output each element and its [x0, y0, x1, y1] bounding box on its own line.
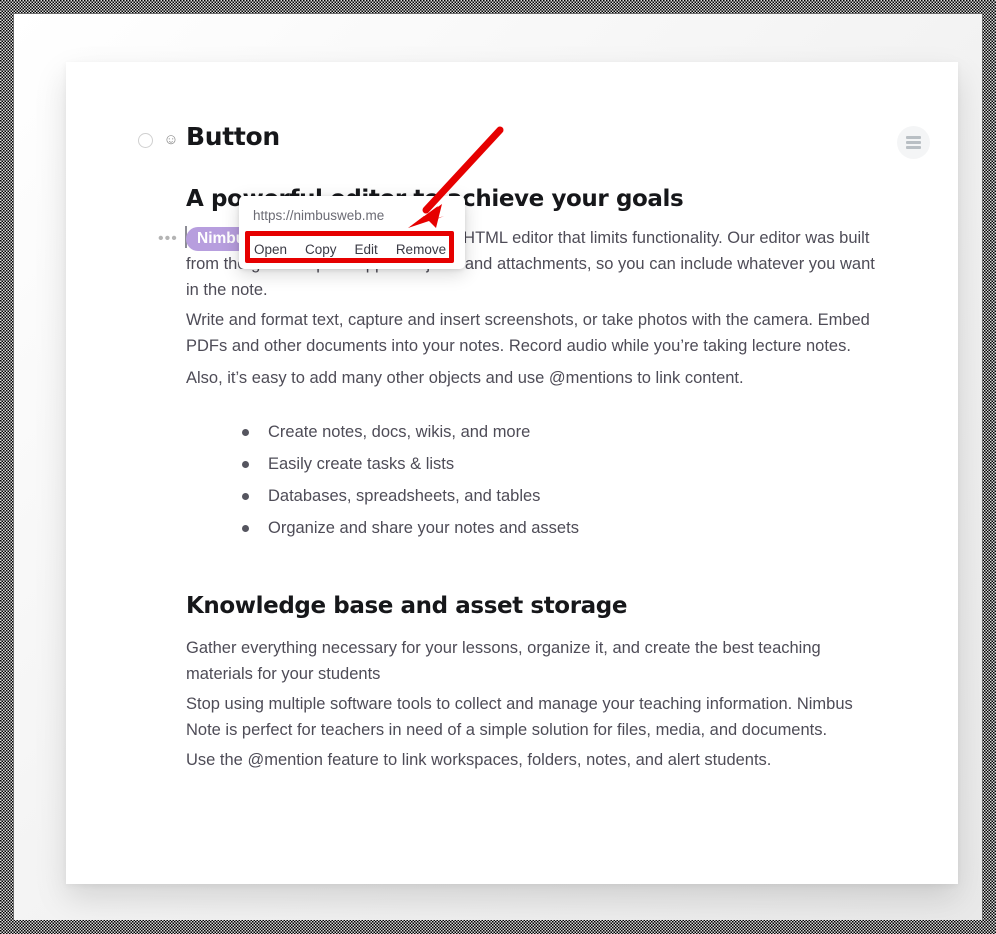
link-open-button[interactable]: Open — [254, 242, 287, 257]
block-controls: ☺ — [138, 132, 179, 148]
note-document-card: ☺ Button A powerful editor to achieve yo… — [66, 62, 958, 884]
list-item: Create notes, docs, wikis, and more — [238, 422, 579, 443]
feature-bullet-list: Create notes, docs, wikis, and more Easi… — [238, 422, 579, 550]
section-paragraph-3: Use the @mention feature to link workspa… — [186, 751, 772, 769]
list-item: Databases, spreadsheets, and tables — [238, 486, 579, 507]
hamburger-icon-line-2 — [906, 141, 921, 144]
section-paragraph-2: Stop using multiple software tools to co… — [186, 695, 853, 739]
paragraph-mentions: Also, it’s easy to add many other object… — [186, 369, 744, 387]
link-url-text[interactable]: https://nimbusweb.me — [239, 196, 465, 233]
paragraph-features: Write and format text, capture and inser… — [186, 311, 870, 355]
link-remove-button[interactable]: Remove — [396, 242, 446, 257]
list-item: Easily create tasks & lists — [238, 454, 579, 475]
block-drag-handle[interactable]: ••• — [158, 231, 178, 247]
list-item: Organize and share your notes and assets — [238, 518, 579, 539]
section-title-knowledge-base: Knowledge base and asset storage — [186, 593, 628, 619]
link-copy-button[interactable]: Copy — [305, 242, 337, 257]
section-paragraph-1: Gather everything necessary for your les… — [186, 639, 821, 683]
block-heading-button: Button — [186, 122, 280, 151]
smiley-face-icon[interactable]: ☺ — [163, 132, 179, 148]
link-actions-row: Open Copy Edit Remove — [239, 233, 465, 269]
page-surface: ☺ Button A powerful editor to achieve yo… — [14, 14, 982, 920]
hamburger-icon-line-3 — [906, 146, 921, 149]
note-menu-button[interactable] — [897, 126, 930, 159]
task-checkbox[interactable] — [138, 132, 153, 148]
link-edit-button[interactable]: Edit — [355, 242, 378, 257]
screenshot-root: ☺ Button A powerful editor to achieve yo… — [0, 0, 996, 934]
link-context-popup: https://nimbusweb.me Open Copy Edit Remo… — [239, 196, 465, 269]
hamburger-icon-line-1 — [906, 136, 921, 139]
